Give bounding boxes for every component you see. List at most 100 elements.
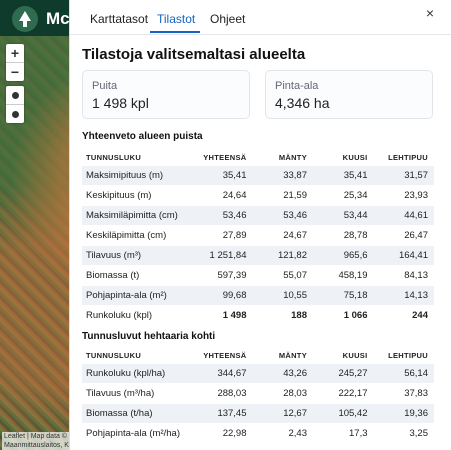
table-cell: 965,6: [313, 245, 374, 266]
table-cell: 1 251,84: [192, 245, 253, 266]
table-cell: 35,41: [313, 166, 374, 186]
table-row: Tilavuus (m³/ha) 288,03 28,03 222,17 37,…: [82, 384, 434, 404]
summary-section-title: Yhteenveto alueen puista: [82, 131, 203, 142]
map-tools-control: [6, 86, 24, 123]
table-header-row: TUNNUSLUKU YHTEENSÄ MÄNTY KUUSI LEHTIPUU: [82, 148, 434, 166]
table-cell: 75,18: [313, 285, 374, 306]
table-cell: 53,46: [192, 205, 253, 226]
table-cell: 56,14: [373, 364, 434, 384]
table-row: Biomassa (t/ha) 137,45 12,67 105,42 19,3…: [82, 403, 434, 424]
draw-button[interactable]: [6, 104, 24, 123]
table-cell: 222,17: [338, 388, 368, 399]
table-cell: 43,26: [252, 364, 313, 384]
table-cell: 28,78: [343, 230, 368, 241]
table-cell: 121,82: [252, 245, 313, 266]
table-row: Keskiläpimitta (cm) 27,89 24,67 28,78 26…: [82, 226, 434, 246]
column-header: MÄNTY: [278, 350, 307, 360]
zoom-out-button[interactable]: −: [6, 62, 24, 81]
table-cell: 25,34: [343, 190, 368, 201]
column-header: LEHTIPUU: [388, 152, 428, 162]
card-label: Puita: [92, 80, 118, 92]
per-hectare-table: TUNNUSLUKU YHTEENSÄ MÄNTY KUUSI LEHTIPUU…: [82, 346, 434, 444]
tab-bar: Karttatasot Tilastot Ohjeet ×: [70, 0, 451, 35]
app-title: Mc: [46, 9, 70, 28]
column-header: KUUSI: [342, 152, 368, 162]
table-header-row: TUNNUSLUKU YHTEENSÄ MÄNTY KUUSI LEHTIPUU: [82, 346, 434, 364]
column-header: TUNNUSLUKU: [86, 152, 142, 162]
table-cell: 53,44: [313, 205, 374, 226]
table-cell: Pohjapinta-ala (m²/ha): [86, 428, 180, 439]
table-cell: 23,93: [404, 190, 428, 201]
table-cell: 99,68: [192, 285, 253, 306]
table-cell: 597,39: [217, 270, 247, 281]
table-cell: 28,03: [283, 388, 307, 399]
tree-logo-icon: [12, 6, 38, 32]
attribution-line: Maanmittauslaitos, K: [4, 442, 69, 449]
map-attribution: Leaflet | Map data © Maanmittauslaitos, …: [2, 432, 71, 450]
table-cell: 3,25: [409, 428, 429, 439]
area-card: Pinta-ala 4,346 ha: [265, 70, 433, 119]
table-cell: 137,45: [192, 403, 253, 424]
table-cell: 188: [291, 310, 307, 321]
table-cell: 35,41: [192, 166, 253, 186]
tab-ohjeet[interactable]: Ohjeet: [210, 12, 245, 26]
locate-button[interactable]: [6, 86, 24, 104]
tab-tilastot[interactable]: Tilastot: [157, 12, 195, 26]
table-row: Maksimipituus (m) 35,41 33,87 35,41 31,5…: [82, 166, 434, 186]
card-value: 1 498 kpl: [92, 95, 149, 111]
zoom-control: + −: [6, 44, 24, 81]
table-cell: Keskiläpimitta (cm): [86, 230, 167, 241]
table-cell: 53,46: [252, 205, 313, 226]
zoom-in-button[interactable]: +: [6, 44, 24, 62]
table-cell: 245,27: [313, 364, 374, 384]
dot-icon: [11, 91, 19, 99]
dot-icon: [11, 110, 19, 118]
card-value: 4,346 ha: [275, 95, 330, 111]
table-cell: 105,42: [313, 403, 374, 424]
panel-title: Tilastoja valitsemaltasi alueelta: [82, 46, 306, 63]
column-header: LEHTIPUU: [388, 350, 428, 360]
card-label: Pinta-ala: [275, 80, 319, 92]
table-cell: 164,41: [373, 245, 434, 266]
per-hectare-section-title: Tunnusluvut hehtaaria kohti: [82, 331, 216, 342]
active-tab-indicator: [150, 31, 200, 33]
tree-count-card: Puita 1 498 kpl: [82, 70, 250, 119]
attribution-line[interactable]: Leaflet | Map data ©: [4, 432, 69, 441]
table-cell: 21,59: [283, 190, 307, 201]
column-header: TUNNUSLUKU: [86, 350, 142, 360]
table-cell: Biomassa (t/ha): [82, 403, 192, 424]
close-button[interactable]: ×: [422, 5, 438, 21]
table-cell: Tilavuus (m³): [82, 245, 192, 266]
tab-karttatasot[interactable]: Karttatasot: [90, 12, 148, 26]
table-cell: 10,55: [252, 285, 313, 306]
table-row: Tilavuus (m³) 1 251,84 121,82 965,6 164,…: [82, 245, 434, 266]
table-row: Biomassa (t) 597,39 55,07 458,19 84,13: [82, 266, 434, 286]
table-cell: 288,03: [217, 388, 247, 399]
table-row: Runkoluku (kpl/ha) 344,67 43,26 245,27 5…: [82, 364, 434, 384]
table-cell: 24,64: [222, 190, 247, 201]
table-cell: Tilavuus (m³/ha): [86, 388, 155, 399]
table-cell: Runkoluku (kpl/ha): [82, 364, 192, 384]
table-cell: 27,89: [222, 230, 247, 241]
column-header: KUUSI: [342, 350, 368, 360]
table-cell: 244: [412, 310, 428, 321]
table-cell: Keskipituus (m): [86, 190, 152, 201]
table-row: Pohjapinta-ala (m²) 99,68 10,55 75,18 14…: [82, 285, 434, 306]
table-cell: Runkoluku (kpl): [86, 310, 152, 321]
table-cell: 2,43: [288, 428, 308, 439]
table-cell: 26,47: [404, 230, 428, 241]
table-row: Pohjapinta-ala (m²/ha) 22,98 2,43 17,3 3…: [82, 424, 434, 444]
table-cell: 44,61: [373, 205, 434, 226]
app-header: Mc: [0, 0, 80, 36]
table-cell: 22,98: [222, 428, 247, 439]
summary-table: TUNNUSLUKU YHTEENSÄ MÄNTY KUUSI LEHTIPUU…: [82, 148, 434, 326]
column-header: YHTEENSÄ: [203, 350, 247, 360]
table-cell: 344,67: [192, 364, 253, 384]
table-cell: 1 498: [222, 310, 247, 321]
table-row: Keskipituus (m) 24,64 21,59 25,34 23,93: [82, 186, 434, 206]
column-header: MÄNTY: [278, 152, 307, 162]
table-cell: Maksimipituus (m): [82, 166, 192, 186]
table-cell: 31,57: [373, 166, 434, 186]
statistics-panel: Karttatasot Tilastot Ohjeet × Tilastoja …: [69, 0, 451, 450]
table-row: Maksimiläpimitta (cm) 53,46 53,46 53,44 …: [82, 205, 434, 226]
